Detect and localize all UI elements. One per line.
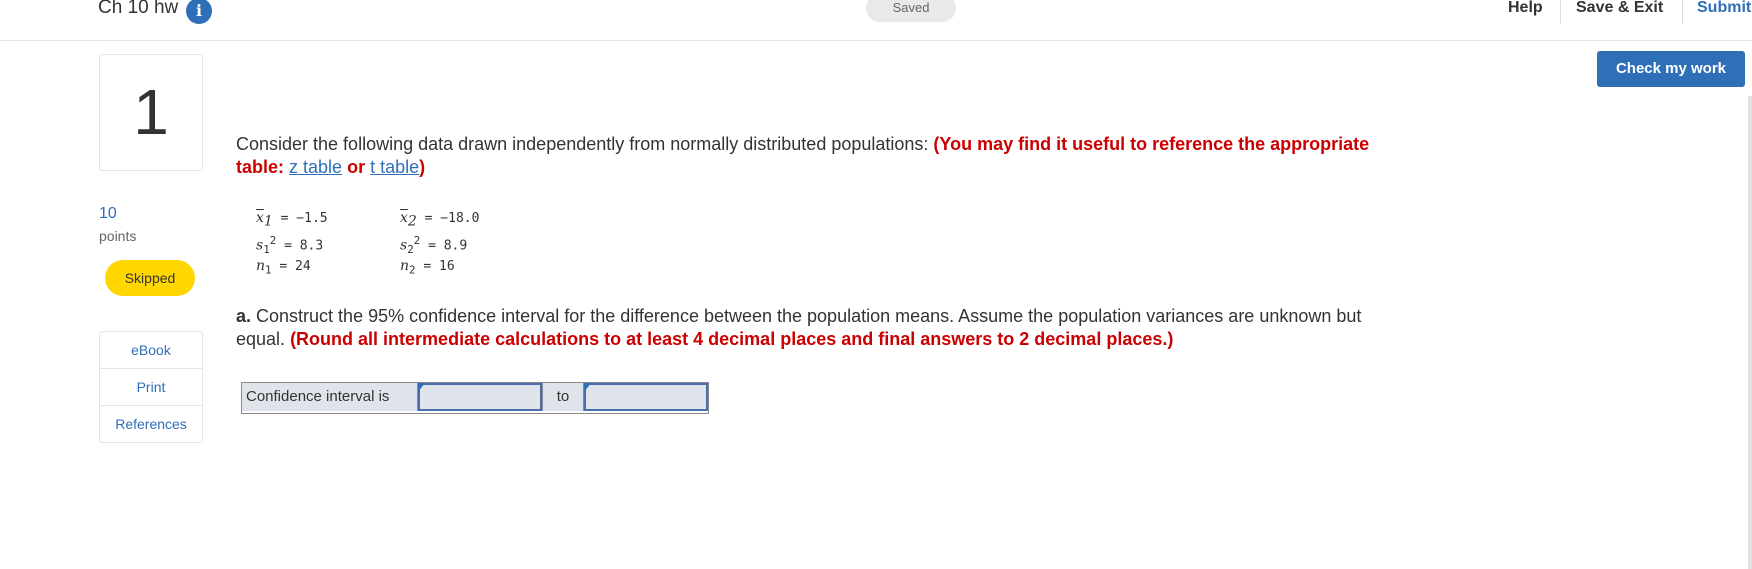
references-link[interactable]: References: [100, 406, 202, 442]
ci-label: Confidence interval is: [242, 383, 418, 411]
divider: [1682, 0, 1683, 24]
part-a-label: a.: [236, 306, 252, 326]
question-number: 1: [99, 54, 203, 171]
s1-squared-row: s12 = 8.3: [256, 234, 324, 256]
ci-lower-input[interactable]: [418, 383, 542, 411]
t-table-link[interactable]: t table: [370, 157, 419, 177]
submit-button[interactable]: Submit: [1697, 0, 1751, 17]
info-icon[interactable]: i: [186, 0, 212, 24]
ci-upper-wrapper: [584, 383, 708, 413]
flag-icon: [584, 383, 591, 392]
part-a-prompt: a. Construct the 95% confidence interval…: [236, 305, 1376, 351]
ebook-link[interactable]: eBook: [100, 332, 202, 369]
ci-to-label: to: [542, 383, 584, 411]
print-link[interactable]: Print: [100, 369, 202, 406]
or-text: or: [347, 157, 366, 177]
divider: [1560, 0, 1561, 24]
xbar1-row: x1 = −1.5: [256, 210, 328, 230]
ci-lower-wrapper: [418, 383, 542, 413]
note-suffix: ): [419, 157, 426, 177]
ci-upper-input[interactable]: [584, 383, 708, 411]
scrollbar[interactable]: [1748, 96, 1752, 569]
flag-icon: [418, 383, 425, 392]
help-button[interactable]: Help: [1508, 0, 1543, 17]
rounding-note: (Round all intermediate calculations to …: [290, 329, 1174, 349]
points-label: points: [99, 228, 137, 244]
points-value: 10: [99, 205, 117, 222]
n1-row: n1 = 24: [256, 258, 311, 277]
z-table-link[interactable]: z table: [289, 157, 342, 177]
assignment-title: Ch 10 hw: [98, 0, 179, 18]
resources-panel: eBook Print References: [99, 331, 203, 443]
confidence-interval-row: Confidence interval is to: [241, 382, 709, 414]
s2-squared-row: s22 = 8.9: [400, 234, 468, 256]
n2-row: n2 = 16: [400, 258, 455, 277]
status-badge: Skipped: [105, 260, 195, 296]
xbar2-row: x2 = −18.0: [400, 210, 480, 230]
question-intro: Consider the following data drawn indepe…: [236, 133, 1376, 179]
saved-status-badge: Saved: [866, 0, 956, 22]
top-bar: Ch 10 hw i Saved Help Save & Exit Submit: [0, 0, 1752, 41]
save-exit-button[interactable]: Save & Exit: [1576, 0, 1663, 17]
intro-text: Consider the following data drawn indepe…: [236, 134, 929, 154]
check-my-work-button[interactable]: Check my work: [1597, 51, 1745, 87]
